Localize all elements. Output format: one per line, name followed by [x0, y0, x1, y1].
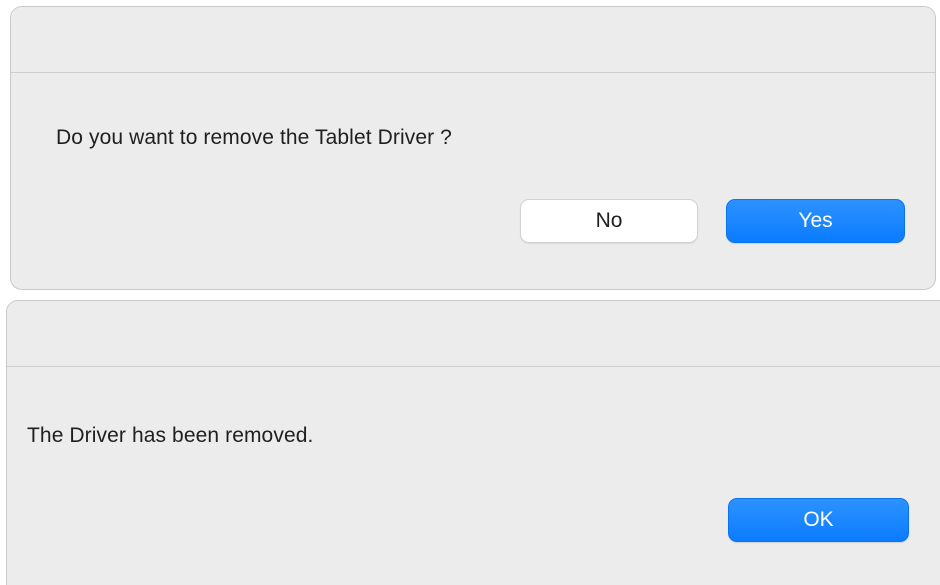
ok-button[interactable]: OK: [728, 498, 909, 542]
dialog-message: The Driver has been removed.: [27, 424, 314, 447]
driver-removed-dialog: The Driver has been removed. OK: [6, 300, 940, 585]
dialog-titlebar[interactable]: [7, 301, 940, 367]
no-button[interactable]: No: [520, 199, 698, 243]
dialog-titlebar[interactable]: [11, 7, 935, 73]
remove-driver-dialog: Do you want to remove the Tablet Driver …: [10, 6, 936, 290]
yes-button[interactable]: Yes: [726, 199, 905, 243]
dialog-message: Do you want to remove the Tablet Driver …: [56, 126, 452, 149]
